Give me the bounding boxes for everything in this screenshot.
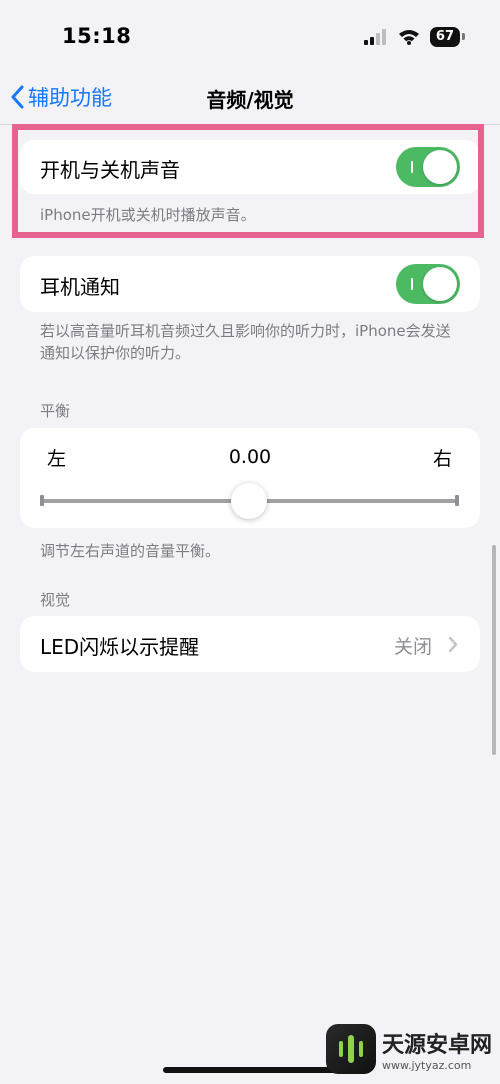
balance-right-label: 右 [432,448,452,470]
chevron-right-icon [448,636,458,653]
balance-footer: 调节左右声道的音量平衡。 [40,542,221,560]
scroll-indicator[interactable] [492,545,496,755]
headphone-footer: 若以高音量听耳机音频过久且影响你的听力时，iPhone会发送通知以保护你的听力。 [40,322,451,362]
toggle-on-mark [411,278,413,290]
home-indicator[interactable] [163,1067,337,1073]
signal-icon [363,29,386,45]
highlight-box [12,124,484,238]
slider-right-end [455,495,459,506]
battery-indicator: 67 [429,27,466,47]
visual-header: 视觉 [40,591,71,609]
slider-left-end [40,495,44,506]
headphone-card: 耳机通知 [20,256,480,312]
status-time: 15:18 [62,24,132,48]
toggle-knob [423,267,457,301]
page-title: 音频/视觉 [206,88,294,112]
watermark-name: 天源安卓网 [381,1032,492,1058]
watermark-url: www.jytyaz.com [381,1058,472,1072]
balance-slider-thumb[interactable] [231,483,267,519]
led-flash-value: 关闭 [393,636,432,658]
balance-value: 0.00 [228,446,272,468]
wifi-icon [398,30,419,45]
balance-header: 平衡 [40,402,71,420]
led-flash-row[interactable]: LED闪烁以示提醒 关闭 [20,616,480,672]
status-icons: 67 [363,27,466,47]
watermark-logo-icon [325,1024,376,1074]
watermark: 天源安卓网 www.jytyaz.com [325,1024,492,1074]
headphone-toggle[interactable] [396,264,460,304]
headphone-label: 耳机通知 [40,275,120,299]
led-flash-label: LED闪烁以示提醒 [40,635,200,659]
